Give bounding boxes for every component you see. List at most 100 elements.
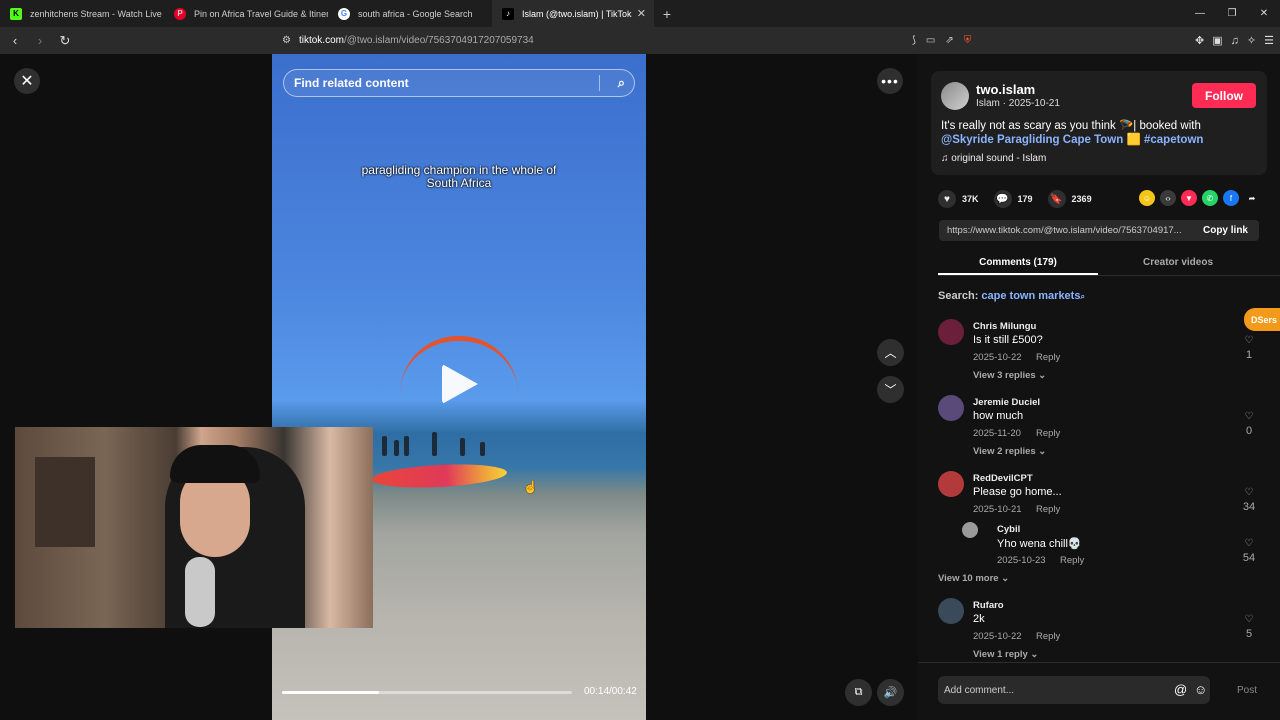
avatar[interactable] xyxy=(938,319,964,345)
site-info-icon[interactable]: ⚙ xyxy=(282,35,291,46)
reload-icon[interactable]: ↻ xyxy=(55,33,75,49)
comment-list: Chris Milungu Is it still £500? 2025-10-… xyxy=(918,312,1280,662)
avatar[interactable] xyxy=(938,598,964,624)
embed-icon[interactable]: ‹› xyxy=(1160,190,1176,206)
comment-search-suggestion[interactable]: Search: cape town markets⌕ xyxy=(938,290,1085,302)
heart-outline-icon[interactable]: ♡ xyxy=(1241,487,1257,498)
dsers-extension-button[interactable]: DSers xyxy=(1244,308,1280,331)
toolbar-right: ✥ ▣ ♫ ✧ ☰ xyxy=(1195,27,1274,54)
comment-author[interactable]: Rufaro xyxy=(973,600,1004,611)
reply-button[interactable]: Reply xyxy=(1036,631,1060,642)
like-button[interactable]: ♥ 37K xyxy=(938,190,979,208)
share-url[interactable]: https://www.tiktok.com/@two.islam/video/… xyxy=(939,225,1192,236)
repost-icon[interactable]: ▼ xyxy=(1181,190,1197,206)
comment-button[interactable]: 💬 179 xyxy=(993,190,1033,208)
tab-creator-videos[interactable]: Creator videos xyxy=(1098,249,1258,275)
music-note-icon: ♫ xyxy=(941,153,952,164)
comment-author[interactable]: Jeremie Duciel xyxy=(973,397,1040,408)
follow-button[interactable]: Follow xyxy=(1192,83,1256,108)
post-subline: Islam · 2025-10-21 xyxy=(976,98,1060,109)
more-options-button[interactable]: ••• xyxy=(877,68,903,94)
sidebar-icon[interactable]: ▣ xyxy=(1212,34,1222,47)
avatar[interactable] xyxy=(938,471,964,497)
post-description: It's really not as scary as you think 🪂|… xyxy=(941,119,1261,147)
copy-link-box: https://www.tiktok.com/@two.islam/video/… xyxy=(939,220,1259,241)
leo-icon[interactable]: ✧ xyxy=(1247,34,1256,47)
related-search-input[interactable]: Find related content ⌕ xyxy=(283,69,635,97)
close-video-button[interactable]: ✕ xyxy=(14,68,40,94)
share-page-icon[interactable]: ⇗ xyxy=(945,35,953,46)
close-window-icon[interactable]: ✕ xyxy=(1248,0,1280,27)
whatsapp-icon[interactable]: ✆ xyxy=(1202,190,1218,206)
panel-tabs: Comments (179) Creator videos xyxy=(938,249,1280,276)
menu-icon[interactable]: ☰ xyxy=(1264,34,1274,47)
browser-tabbar: Kzenhitchens Stream - Watch Live on K PP… xyxy=(0,0,1280,27)
view-replies-button[interactable]: View 3 replies ⌄ xyxy=(973,370,1046,381)
volume-icon[interactable]: 🔊 xyxy=(877,679,904,706)
comment-date: 2025-11-20 xyxy=(973,428,1021,439)
tiktok-icon: ♪ xyxy=(502,7,514,20)
previous-video-button[interactable]: ︿ xyxy=(877,339,904,366)
tab-comments[interactable]: Comments (179) xyxy=(938,249,1098,275)
view-replies-button[interactable]: View 1 reply ⌄ xyxy=(973,649,1038,660)
tab-pinterest[interactable]: P Pin on Africa Travel Guide & Itinerari xyxy=(164,0,328,27)
heart-outline-icon[interactable]: ♡ xyxy=(1241,335,1257,346)
avatar[interactable] xyxy=(941,82,969,110)
address-bar[interactable]: ⚙ tiktok.com/@two.islam/video/7563704917… xyxy=(282,30,1002,51)
tab-tiktok[interactable]: ♪ Islam (@two.islam) | TikTok ✕ xyxy=(492,0,654,27)
mention-link[interactable]: @Skyride Paragliding Cape Town xyxy=(941,134,1123,146)
heart-outline-icon[interactable]: ♡ xyxy=(1241,411,1257,422)
video-progress-bar[interactable] xyxy=(282,691,572,694)
reply-button[interactable]: Reply xyxy=(1036,428,1060,439)
username[interactable]: two.islam xyxy=(976,82,1035,97)
reply-button[interactable]: Reply xyxy=(1036,352,1060,363)
translate-icon[interactable]: ⟆ xyxy=(912,35,916,46)
minimize-icon[interactable]: — xyxy=(1184,0,1216,27)
floating-player-icon[interactable]: ⧉ xyxy=(845,679,872,706)
close-tab-icon[interactable]: ✕ xyxy=(637,7,646,20)
sound-link[interactable]: ♫ original sound - Islam xyxy=(941,153,1046,164)
emoji-icon[interactable]: ☺ xyxy=(1194,682,1207,697)
search-placeholder: Find related content xyxy=(294,76,409,90)
snapchat-icon[interactable]: ☺ xyxy=(1139,190,1155,206)
brave-shield-icon[interactable]: ⛨ xyxy=(964,35,972,46)
avatar[interactable] xyxy=(938,395,964,421)
search-query[interactable]: cape town markets xyxy=(981,290,1080,302)
new-tab-button[interactable]: + xyxy=(654,0,680,27)
play-icon[interactable] xyxy=(442,364,478,404)
heart-outline-icon[interactable]: ♡ xyxy=(1241,538,1257,549)
search-icon[interactable]: ⌕ xyxy=(618,75,625,91)
mention-icon[interactable]: @ xyxy=(1174,682,1187,697)
url-host: tiktok.com xyxy=(298,35,344,46)
hashtag-link[interactable]: #capetown xyxy=(1144,134,1203,146)
tab-kick[interactable]: Kzenhitchens Stream - Watch Live on K xyxy=(0,0,164,27)
comment-like-count: 1 xyxy=(1245,349,1253,361)
tab-label: Islam (@two.islam) | TikTok xyxy=(522,8,632,19)
reply-button[interactable]: Reply xyxy=(1060,555,1084,566)
heart-outline-icon[interactable]: ♡ xyxy=(1241,614,1257,625)
divider xyxy=(918,662,1280,663)
reply-button[interactable]: Reply xyxy=(1036,504,1060,515)
comment-author[interactable]: Chris Milungu xyxy=(973,321,1036,332)
avatar[interactable] xyxy=(962,522,978,538)
copy-link-button[interactable]: Copy link xyxy=(1192,225,1259,236)
facebook-icon[interactable]: f xyxy=(1223,190,1239,206)
comment-author[interactable]: Cybil xyxy=(997,524,1020,535)
view-more-button[interactable]: View 10 more ⌄ xyxy=(938,573,1009,584)
extensions-icon[interactable]: ✥ xyxy=(1195,34,1204,47)
comment-date: 2025-10-21 xyxy=(973,504,1022,515)
forward-icon[interactable]: › xyxy=(30,33,50,48)
cast-icon[interactable]: ▭ xyxy=(926,35,935,46)
media-icon[interactable]: ♫ xyxy=(1231,35,1239,47)
view-replies-button[interactable]: View 2 replies ⌄ xyxy=(973,446,1046,457)
tab-google[interactable]: Gsouth africa - Google Search xyxy=(328,0,492,27)
add-comment-input[interactable]: Add comment... @ ☺ xyxy=(938,676,1210,704)
comment-author[interactable]: RedDevilCPT xyxy=(973,473,1033,484)
share-icon[interactable]: ➦ xyxy=(1244,190,1260,206)
url-path: /@two.islam/video/7563704917207059734 xyxy=(343,35,534,46)
next-video-button[interactable]: ﹀ xyxy=(877,376,904,403)
restore-icon[interactable]: ❐ xyxy=(1216,0,1248,27)
post-comment-button[interactable]: Post xyxy=(1237,685,1257,696)
back-icon[interactable]: ‹ xyxy=(5,33,25,48)
save-button[interactable]: 🔖 2369 xyxy=(1047,190,1092,208)
